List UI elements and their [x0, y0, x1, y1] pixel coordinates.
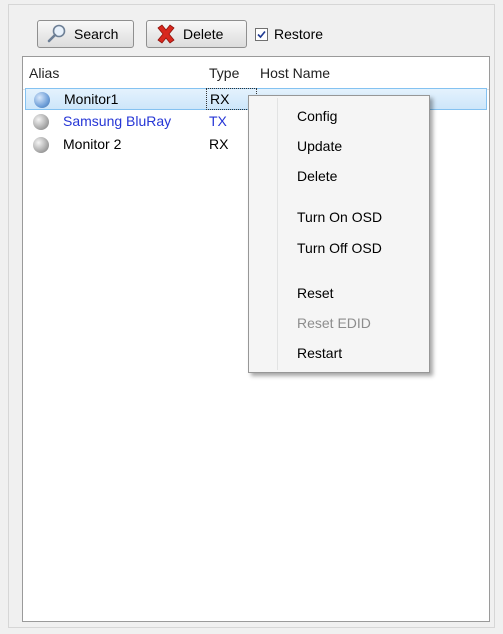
- search-button-label: Search: [74, 26, 119, 42]
- device-alias: Samsung BluRay: [63, 113, 172, 129]
- menu-item-reset[interactable]: Reset: [297, 283, 334, 303]
- restore-label: Restore: [274, 26, 324, 42]
- status-dot-icon: [33, 114, 49, 130]
- status-dot-icon: [34, 92, 50, 108]
- column-header-type[interactable]: Type: [209, 65, 239, 81]
- device-type: TX: [209, 113, 227, 129]
- menu-item-update[interactable]: Update: [297, 136, 342, 156]
- menu-item-turn-off-osd[interactable]: Turn Off OSD: [297, 238, 382, 258]
- delete-button[interactable]: Delete: [146, 20, 247, 48]
- device-alias: Monitor1: [64, 91, 119, 107]
- restore-checkbox-group[interactable]: Restore: [255, 23, 323, 45]
- list-header: Alias Type Host Name: [23, 57, 489, 90]
- search-icon: [47, 24, 66, 43]
- menu-item-delete[interactable]: Delete: [297, 166, 337, 186]
- menu-item-reset-edid: Reset EDID: [297, 315, 371, 331]
- menu-item-turn-on-osd[interactable]: Turn On OSD: [297, 207, 382, 227]
- device-alias: Monitor 2: [63, 136, 122, 152]
- menu-gutter: [277, 98, 278, 370]
- search-button[interactable]: Search: [37, 20, 134, 48]
- menu-item-config[interactable]: Config: [297, 106, 337, 126]
- restore-checkbox[interactable]: [255, 27, 268, 41]
- menu-item-restart[interactable]: Restart: [297, 343, 342, 363]
- checkmark-icon: [257, 30, 266, 38]
- column-header-alias[interactable]: Alias: [29, 65, 59, 81]
- delete-button-label: Delete: [183, 26, 224, 42]
- status-dot-icon: [33, 137, 49, 153]
- device-type: RX: [209, 136, 229, 152]
- context-menu: Config Update Delete Turn On OSD Turn Of…: [248, 95, 430, 373]
- delete-x-icon: [157, 24, 175, 44]
- column-header-host-name[interactable]: Host Name: [260, 65, 330, 81]
